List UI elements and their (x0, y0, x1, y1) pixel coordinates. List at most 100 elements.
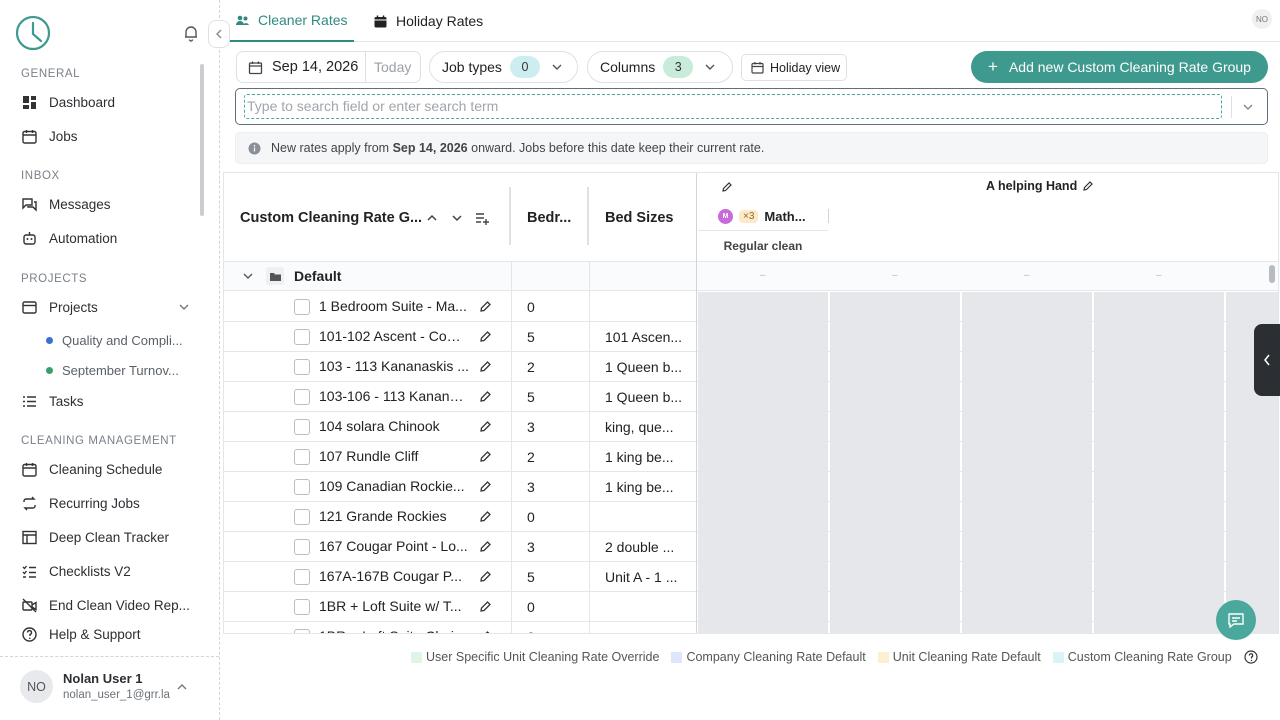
rate-cell[interactable] (698, 322, 828, 351)
rate-cell[interactable] (830, 382, 960, 411)
table-row[interactable]: 1BR + Loft Suite Clari... 0 (224, 622, 1278, 634)
row-checkbox[interactable] (294, 449, 310, 465)
sort-asc-icon[interactable] (425, 211, 439, 225)
today-button[interactable]: Today (374, 59, 411, 75)
row-checkbox[interactable] (294, 539, 310, 555)
table-row[interactable]: 101-102 Ascent - Com... 5 101 Ascen... (224, 322, 1278, 352)
user-menu[interactable]: NO Nolan User 1 nolan_user_1@grr.la (0, 656, 219, 720)
rate-cell[interactable] (1094, 322, 1224, 351)
row-checkbox[interactable] (294, 599, 310, 615)
pencil-icon[interactable] (479, 480, 492, 493)
rate-cell[interactable] (830, 502, 960, 531)
rate-cell[interactable] (1094, 502, 1224, 531)
rate-cell[interactable] (1094, 412, 1224, 441)
sidebar-item-end-clean-video[interactable]: End Clean Video Rep... (21, 594, 190, 616)
rate-cell[interactable] (830, 592, 960, 621)
sidebar-collapse-button[interactable] (208, 20, 230, 48)
column-resize-handle[interactable] (509, 187, 511, 245)
rate-cell[interactable] (1094, 622, 1224, 633)
tab-holiday-rates[interactable]: Holiday Rates (367, 0, 489, 42)
chevron-down-icon[interactable] (242, 270, 254, 282)
sidebar-item-jobs[interactable]: Jobs (21, 125, 78, 147)
rate-cell[interactable] (830, 472, 960, 501)
rate-cell[interactable] (962, 382, 1092, 411)
pencil-icon[interactable] (479, 450, 492, 463)
rate-cell[interactable] (830, 442, 960, 471)
table-row[interactable]: 167A-167B Cougar P... 5 Unit A - 1 ... (224, 562, 1278, 592)
row-checkbox[interactable] (294, 359, 310, 375)
project-item-1[interactable]: September Turnov... (46, 360, 179, 380)
sidebar-item-cleaning-schedule[interactable]: Cleaning Schedule (21, 458, 162, 480)
rate-cell[interactable] (1226, 442, 1278, 471)
app-logo-icon[interactable] (14, 14, 52, 52)
rate-cell[interactable] (962, 562, 1092, 591)
rate-cell[interactable] (1094, 382, 1224, 411)
chevron-down-icon[interactable] (177, 300, 191, 314)
rate-cell[interactable] (698, 352, 828, 381)
table-row[interactable]: 103-106 - 113 Kananas... 5 1 Queen b... (224, 382, 1278, 412)
row-checkbox[interactable] (294, 419, 310, 435)
column-resize-handle[interactable] (587, 187, 589, 245)
pencil-icon[interactable] (479, 300, 492, 313)
rate-cell[interactable] (962, 532, 1092, 561)
rate-cell[interactable] (1094, 562, 1224, 591)
rate-cell[interactable] (698, 472, 828, 501)
rate-cell[interactable] (830, 532, 960, 561)
search-box[interactable]: Type to search field or enter search ter… (235, 88, 1268, 125)
add-row-icon[interactable] (475, 211, 489, 225)
row-checkbox[interactable] (294, 299, 310, 315)
table-row[interactable]: 104 solara Chinook 3 king, que... (224, 412, 1278, 442)
pencil-icon[interactable] (479, 600, 492, 613)
pencil-icon[interactable] (721, 181, 733, 193)
chevron-down-icon[interactable] (1241, 100, 1255, 114)
rate-cell[interactable] (962, 412, 1092, 441)
sidebar-item-messages[interactable]: Messages (21, 193, 111, 215)
pencil-icon[interactable] (479, 360, 492, 373)
bell-icon[interactable] (182, 24, 200, 42)
sidebar-item-automation[interactable]: Automation (21, 227, 117, 249)
rate-cell[interactable] (962, 322, 1092, 351)
rate-cell[interactable] (830, 322, 960, 351)
sidebar-item-tasks[interactable]: Tasks (21, 390, 84, 412)
pencil-icon[interactable] (479, 630, 492, 634)
rate-cell[interactable] (698, 622, 828, 633)
add-custom-rate-group-button[interactable]: + Add new Custom Cleaning Rate Group (971, 51, 1268, 83)
rate-cell[interactable] (1094, 532, 1224, 561)
cleaner-column-header[interactable]: M ×3 Math... (698, 203, 829, 231)
pencil-icon[interactable] (479, 570, 492, 583)
group-row-default[interactable]: Default – – – – (224, 262, 1278, 291)
rate-cell[interactable] (830, 562, 960, 591)
row-checkbox[interactable] (294, 629, 310, 633)
rate-cell[interactable] (962, 292, 1092, 321)
table-row[interactable]: 1 Bedroom Suite - Ma... 0 (224, 292, 1278, 322)
sort-desc-icon[interactable] (450, 211, 464, 225)
rate-cell[interactable] (1226, 562, 1278, 591)
pencil-icon[interactable] (479, 420, 492, 433)
header-bed-sizes[interactable]: Bed Sizes (605, 210, 674, 226)
row-checkbox[interactable] (294, 569, 310, 585)
sidebar-item-recurring-jobs[interactable]: Recurring Jobs (21, 492, 140, 514)
pencil-icon[interactable] (479, 540, 492, 553)
table-row[interactable]: 109 Canadian Rockie... 3 1 king be... (224, 472, 1278, 502)
rate-cell[interactable] (1094, 592, 1224, 621)
rate-cell[interactable] (1094, 472, 1224, 501)
rate-cell[interactable] (1226, 412, 1278, 441)
sidebar-item-checklists[interactable]: Checklists V2 (21, 560, 131, 582)
date-picker[interactable]: Sep 14, 2026 Today (236, 51, 421, 83)
sidebar-item-deep-clean-tracker[interactable]: Deep Clean Tracker (21, 526, 169, 548)
rate-cell[interactable] (698, 412, 828, 441)
side-panel-toggle[interactable] (1254, 324, 1280, 396)
row-checkbox[interactable] (294, 479, 310, 495)
sidebar-item-dashboard[interactable]: Dashboard (21, 91, 115, 113)
table-scrollbar[interactable] (1269, 265, 1275, 283)
rate-cell[interactable] (698, 502, 828, 531)
rate-cell[interactable] (1226, 472, 1278, 501)
chevron-up-icon[interactable] (176, 681, 188, 693)
rate-cell[interactable] (1226, 292, 1278, 321)
sidebar-item-help[interactable]: Help & Support (21, 623, 141, 645)
rate-cell[interactable] (830, 622, 960, 633)
pencil-icon[interactable] (479, 390, 492, 403)
rate-cell[interactable] (698, 532, 828, 561)
pencil-icon[interactable] (479, 330, 492, 343)
project-item-0[interactable]: Quality and Compli... (46, 330, 183, 350)
